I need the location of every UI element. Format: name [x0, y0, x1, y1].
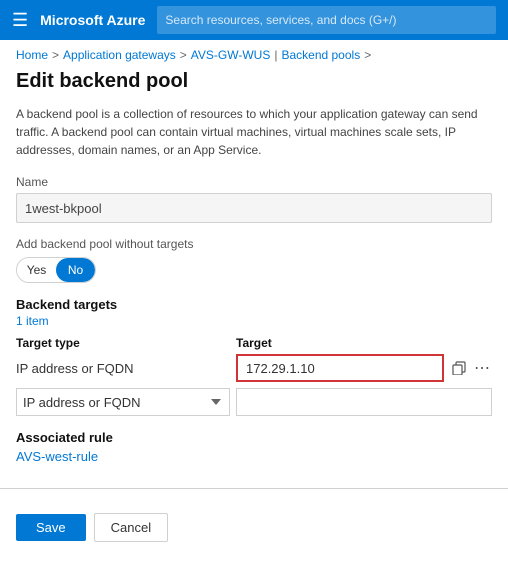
col-target-header: Target	[236, 336, 492, 350]
row1-type: IP address or FQDN	[16, 361, 230, 376]
assoc-rule-title: Associated rule	[16, 430, 492, 445]
name-label: Name	[16, 175, 492, 189]
row1-actions: ⋯	[450, 356, 492, 380]
breadcrumb: Home > Application gateways > AVS-GW-WUS…	[0, 40, 508, 66]
top-nav-bar: ☰ Microsoft Azure	[0, 0, 508, 40]
page-description: A backend pool is a collection of resour…	[16, 105, 492, 159]
col-type-header: Target type	[16, 336, 236, 350]
breadcrumb-sep2: >	[180, 48, 187, 62]
add-row: IP address or FQDN	[16, 388, 492, 416]
cancel-button[interactable]: Cancel	[94, 513, 168, 542]
breadcrumb-backend-pools[interactable]: Backend pools	[281, 48, 360, 62]
toggle-label: Add backend pool without targets	[16, 237, 492, 251]
item-count: 1 item	[16, 314, 492, 328]
azure-logo: Microsoft Azure	[40, 12, 145, 28]
associated-rule-section: Associated rule AVS-west-rule	[16, 430, 492, 464]
name-field-group: Name	[16, 175, 492, 223]
main-content: A backend pool is a collection of resour…	[0, 105, 508, 464]
breadcrumb-sep4: >	[364, 48, 371, 62]
toggle-group: Add backend pool without targets Yes No	[16, 237, 492, 283]
row1-copy-button[interactable]	[450, 359, 468, 377]
row1-target-cell	[236, 354, 444, 382]
breadcrumb-home[interactable]: Home	[16, 48, 48, 62]
breadcrumb-application-gateways[interactable]: Application gateways	[63, 48, 176, 62]
row1-target-input[interactable]	[236, 354, 444, 382]
page-title: Edit backend pool	[0, 66, 508, 105]
footer-divider	[0, 488, 508, 489]
breadcrumb-sep3: |	[274, 48, 277, 62]
new-type-select[interactable]: IP address or FQDN	[16, 388, 230, 416]
global-search-input[interactable]	[157, 6, 496, 34]
new-target-input[interactable]	[236, 388, 492, 416]
name-input[interactable]	[16, 193, 492, 223]
assoc-rule-link[interactable]: AVS-west-rule	[16, 449, 98, 464]
breadcrumb-gateway-name[interactable]: AVS-GW-WUS	[191, 48, 271, 62]
table-header: Target type Target	[16, 336, 492, 350]
hamburger-menu-icon[interactable]: ☰	[12, 10, 28, 31]
row1-more-button[interactable]: ⋯	[472, 356, 492, 380]
table-row: IP address or FQDN ⋯	[16, 354, 492, 382]
toggle-yes[interactable]: Yes	[17, 258, 56, 282]
save-button[interactable]: Save	[16, 514, 86, 541]
toggle-control[interactable]: Yes No	[16, 257, 96, 283]
breadcrumb-sep1: >	[52, 48, 59, 62]
footer-buttons: Save Cancel	[0, 501, 508, 554]
toggle-no[interactable]: No	[56, 258, 95, 282]
backend-targets-title: Backend targets	[16, 297, 492, 312]
